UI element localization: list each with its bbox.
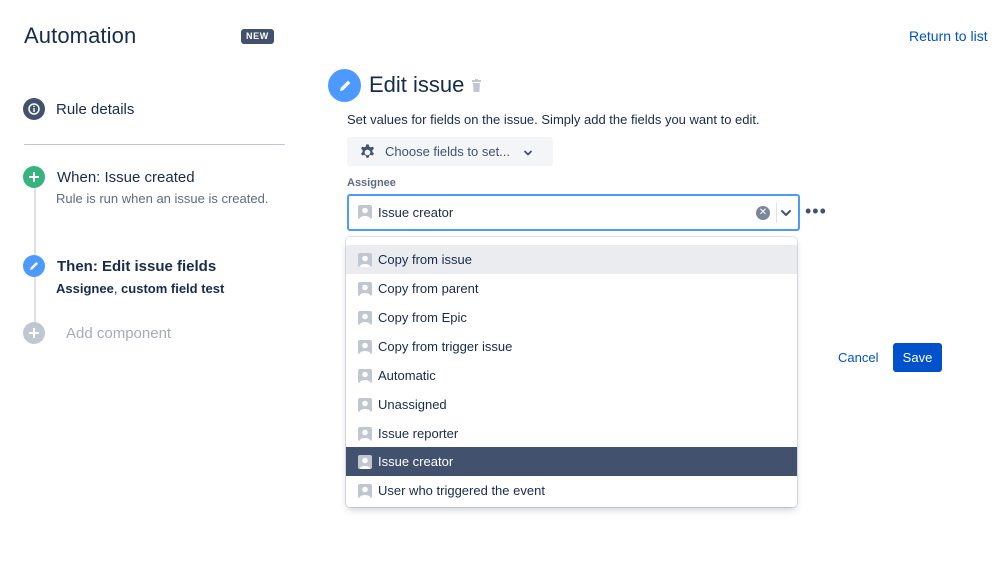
option-copy-from-issue[interactable]: Copy from issue — [346, 245, 797, 274]
user-avatar-icon — [358, 205, 372, 219]
gear-icon — [358, 142, 377, 161]
option-label: Copy from trigger issue — [378, 339, 513, 354]
divider — [24, 144, 285, 145]
option-label: User who triggered the event — [378, 483, 545, 498]
pencil-icon — [23, 255, 45, 277]
rule-details-link[interactable]: Rule details — [56, 101, 134, 118]
user-avatar-icon — [358, 368, 372, 383]
info-icon[interactable] — [23, 98, 45, 120]
choose-fields-button[interactable]: Choose fields to set... — [347, 137, 553, 166]
user-avatar-icon — [358, 483, 372, 498]
option-label: Copy from issue — [378, 252, 472, 267]
assignee-dropdown-menu: Copy from issue Copy from parent Copy fr… — [346, 237, 797, 507]
user-avatar-icon — [358, 397, 372, 412]
option-copy-from-trigger-issue[interactable]: Copy from trigger issue — [346, 332, 797, 361]
return-to-list-link[interactable]: Return to list — [909, 28, 988, 44]
pencil-icon — [328, 69, 361, 102]
option-label: Copy from Epic — [378, 310, 467, 325]
save-button[interactable]: Save — [893, 343, 942, 372]
user-avatar-icon — [358, 281, 372, 296]
new-badge: NEW — [241, 29, 274, 44]
action-field-assignee: Assignee — [56, 281, 114, 296]
user-avatar-icon — [358, 339, 372, 354]
add-component-plus-icon[interactable] — [23, 322, 45, 344]
clear-icon[interactable]: ✕ — [756, 206, 770, 220]
cancel-button[interactable]: Cancel — [838, 350, 878, 365]
option-user-who-triggered[interactable]: User who triggered the event — [346, 476, 797, 505]
more-icon[interactable]: ••• — [805, 202, 827, 220]
option-issue-reporter[interactable]: Issue reporter — [346, 419, 797, 448]
add-component-link[interactable]: Add component — [66, 325, 171, 342]
assignee-field-label: Assignee — [347, 177, 396, 189]
option-label: Issue creator — [378, 454, 454, 469]
user-avatar-icon — [358, 252, 372, 267]
choose-fields-label: Choose fields to set... — [385, 144, 511, 159]
action-field-separator: , — [113, 281, 122, 296]
page-title: Edit issue — [369, 72, 465, 97]
action-field-custom: custom field test — [121, 281, 225, 296]
editor-description: Set values for fields on the issue. Simp… — [347, 112, 760, 127]
action-fields: Assignee, custom field test — [56, 281, 224, 296]
option-label: Automatic — [378, 368, 436, 383]
select-separator — [776, 203, 777, 223]
option-unassigned[interactable]: Unassigned — [346, 390, 797, 419]
trigger-title[interactable]: When: Issue created — [57, 169, 195, 186]
app-title: Automation — [24, 23, 137, 48]
action-title[interactable]: Then: Edit issue fields — [57, 258, 216, 275]
option-label: Issue reporter — [378, 426, 459, 441]
option-copy-from-parent[interactable]: Copy from parent — [346, 274, 797, 303]
option-label: Copy from parent — [378, 281, 479, 296]
user-avatar-icon — [358, 426, 372, 441]
user-avatar-icon — [358, 310, 372, 325]
option-issue-creator[interactable]: Issue creator — [346, 447, 797, 476]
assignee-select[interactable]: Issue creator ✕ — [347, 194, 800, 231]
assignee-selected-value: Issue creator — [378, 205, 454, 220]
trigger-plus-icon — [23, 166, 45, 188]
option-automatic[interactable]: Automatic — [346, 361, 797, 390]
option-label: Unassigned — [378, 397, 447, 412]
option-copy-from-epic[interactable]: Copy from Epic — [346, 303, 797, 332]
user-avatar-icon — [358, 454, 372, 469]
trash-icon[interactable] — [470, 79, 483, 93]
trigger-description: Rule is run when an issue is created. — [56, 191, 269, 206]
chevron-down-icon[interactable] — [779, 206, 793, 220]
chevron-down-icon — [522, 146, 534, 158]
